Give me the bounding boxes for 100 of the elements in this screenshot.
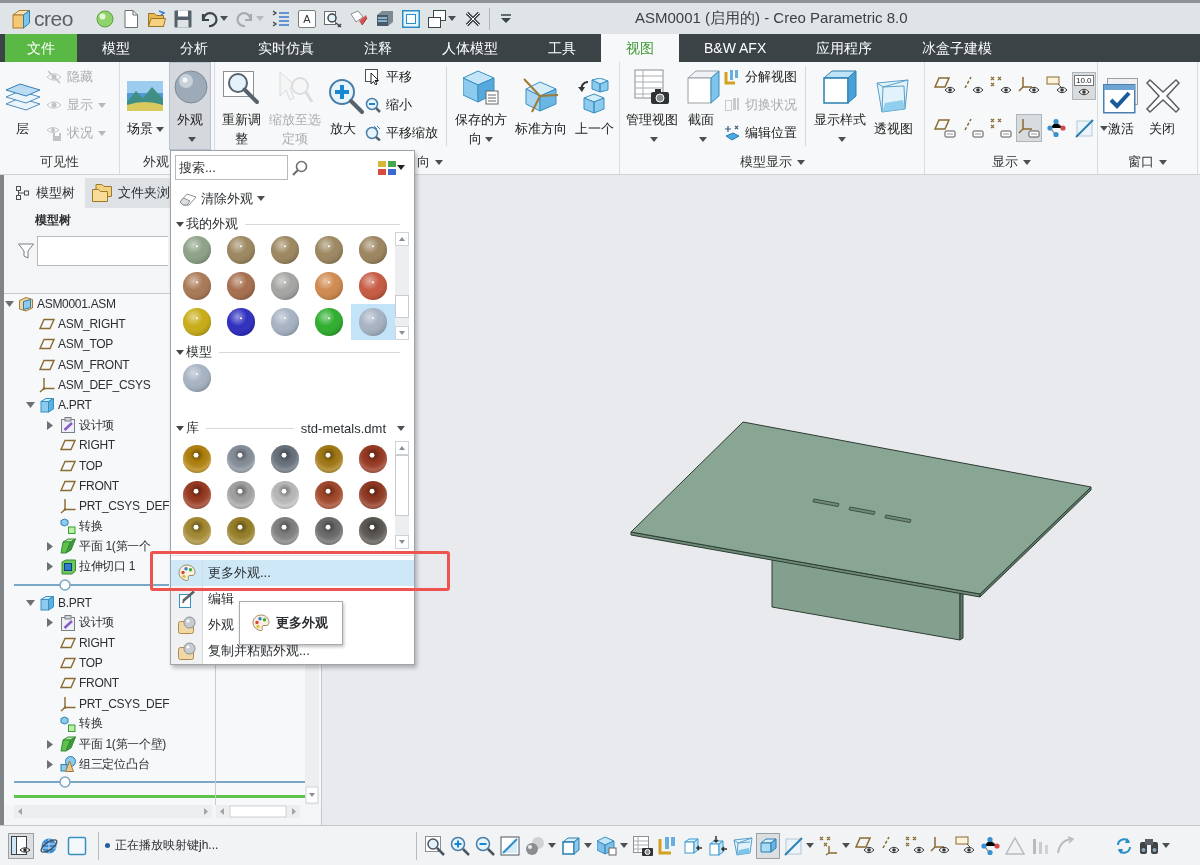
tree-item[interactable]: ASM_RIGHT xyxy=(39,315,126,334)
display-toggle-button[interactable]: 10.0 xyxy=(1072,72,1096,100)
vertical-scrollbar[interactable] xyxy=(395,441,409,549)
section-toggle-icon[interactable] xyxy=(176,349,184,355)
ribbon-tab[interactable]: 工具 xyxy=(523,34,601,62)
table-camera-icon xyxy=(634,68,670,105)
ribbon-tab[interactable]: 人体模型 xyxy=(417,34,523,62)
pan-button[interactable]: 平移 xyxy=(362,63,441,91)
group-label[interactable]: 模型显示 xyxy=(739,153,805,171)
refit-button[interactable]: 重新调整 xyxy=(218,62,264,150)
axes-tag-icon xyxy=(1018,118,1040,138)
section-toggle-icon[interactable] xyxy=(176,425,184,431)
perspective-button[interactable]: 透视图 xyxy=(871,62,915,150)
tree-toggle-icon[interactable] xyxy=(47,759,53,769)
activate-button[interactable]: 激活 xyxy=(1101,62,1141,150)
tree-item[interactable]: ASM_DEF_CSYS xyxy=(39,375,151,394)
previous-button[interactable]: 上一个 xyxy=(572,62,616,150)
appearance-button[interactable]: 外观 xyxy=(169,62,211,150)
tree-toggle-icon[interactable] xyxy=(47,618,53,628)
axes-icon xyxy=(60,695,76,712)
ribbon-tab[interactable]: 实时仿真 xyxy=(233,34,339,62)
scene-button[interactable]: 场景 xyxy=(123,62,167,150)
display-toggle-button[interactable] xyxy=(1016,114,1042,142)
tree-item[interactable]: TOP xyxy=(60,456,103,475)
tree-item[interactable]: 设计项 xyxy=(60,613,115,632)
ribbon-tab[interactable]: 注释 xyxy=(339,34,417,62)
swatch-button[interactable] xyxy=(351,304,395,340)
manage-views-button[interactable]: 管理视图 xyxy=(623,62,681,150)
status-tool-button[interactable] xyxy=(8,832,34,859)
slab-icon xyxy=(758,835,778,856)
filter-icon[interactable] xyxy=(18,242,34,259)
layers-button[interactable]: 层 xyxy=(3,62,41,150)
group-label[interactable]: 窗口 xyxy=(1128,153,1167,171)
tree-toggle-icon[interactable] xyxy=(26,402,35,409)
vertical-scrollbar[interactable] xyxy=(305,665,319,805)
exploded-view-button[interactable]: 分解视图 xyxy=(721,63,800,91)
library-name[interactable]: std-metals.dmt xyxy=(300,420,386,436)
zoom-in-button[interactable]: 放大 xyxy=(326,62,360,150)
tree-toggle-icon[interactable] xyxy=(47,739,53,749)
tree-item[interactable]: 设计项 xyxy=(60,416,115,435)
tree-item[interactable]: TOP xyxy=(60,654,103,673)
zoom-out-button[interactable]: 缩小 xyxy=(362,91,441,119)
tree-item[interactable]: 平面 1(第一个 xyxy=(60,537,151,556)
text-style-button[interactable]: A xyxy=(294,5,320,32)
vertical-scrollbar[interactable] xyxy=(395,232,409,340)
tree-item[interactable]: 转换 xyxy=(60,517,103,536)
pan-zoom-button[interactable]: 平移缩放 xyxy=(362,119,441,147)
ribbon-tab[interactable]: 冰盒子建模 xyxy=(897,34,1018,62)
tree-toggle-icon[interactable] xyxy=(47,562,53,572)
tree-item[interactable]: 拉伸切口 1 xyxy=(60,557,136,576)
caret-icon xyxy=(448,16,456,21)
tree-toggle-icon[interactable] xyxy=(26,599,35,606)
tree-item[interactable]: B.PRT xyxy=(39,593,92,612)
tree-item[interactable]: PRT_CSYS_DEF xyxy=(60,496,170,515)
group-label[interactable]: 向 xyxy=(417,153,443,171)
close-button[interactable]: 关闭 xyxy=(1143,62,1181,150)
group-label[interactable]: 外观 xyxy=(143,153,169,171)
parallelogram-arrows-icon xyxy=(724,125,740,141)
ribbon-tab[interactable]: 分析 xyxy=(155,34,233,62)
ribbon-tab[interactable]: 模型 xyxy=(77,34,155,62)
cube-icon xyxy=(11,8,31,29)
tree-item[interactable]: ASM0001.ASM xyxy=(18,295,116,314)
section-toggle-icon[interactable] xyxy=(176,221,184,227)
eye-icon xyxy=(1077,87,1090,97)
horizontal-scrollbar[interactable] xyxy=(216,805,300,818)
horizontal-scrollbar[interactable] xyxy=(14,805,212,818)
tree-item[interactable]: RIGHT xyxy=(60,634,115,653)
section-button[interactable]: 截面 xyxy=(683,62,719,150)
filter-field[interactable] xyxy=(37,235,168,266)
group-label[interactable]: 可见性 xyxy=(40,153,79,171)
view-options-button[interactable] xyxy=(378,160,405,175)
group-label[interactable]: 显示 xyxy=(991,153,1031,171)
ribbon-tab[interactable]: B&W AFX xyxy=(679,34,792,62)
tree-item[interactable]: 平面 1(第一个壁) xyxy=(60,735,166,754)
tree-item[interactable]: FRONT xyxy=(60,674,119,693)
insert-indicator[interactable] xyxy=(14,775,305,790)
edit-position-button[interactable]: 编辑位置 xyxy=(721,119,800,147)
tree-item[interactable]: ASM_FRONT xyxy=(39,355,130,374)
search-icon[interactable] xyxy=(292,159,308,176)
tree-item[interactable]: ASM_TOP xyxy=(39,335,114,354)
clear-appearance-button[interactable]: 清除外观 xyxy=(179,188,265,209)
ribbon-tab[interactable]: 应用程序 xyxy=(791,34,898,62)
menu-item[interactable]: 更多外观... xyxy=(171,560,414,586)
standard-orientation-button[interactable]: 标准方向 xyxy=(512,62,570,150)
display-style-button[interactable]: 显示样式 xyxy=(811,62,869,150)
tree-item[interactable]: 组三定位凸台 xyxy=(60,755,150,774)
tree-item[interactable]: RIGHT xyxy=(60,436,115,455)
axes-eye-icon xyxy=(930,835,950,856)
tree-toggle-icon[interactable] xyxy=(47,420,53,430)
tree-toggle-icon[interactable] xyxy=(47,541,53,551)
tree-toggle-icon[interactable] xyxy=(5,301,14,308)
tree-item[interactable]: PRT_CSYS_DEF xyxy=(60,694,170,713)
tree-item[interactable]: A.PRT xyxy=(39,396,92,415)
ribbon-tab[interactable]: 视图 xyxy=(601,34,679,62)
search-field[interactable]: 搜索... xyxy=(175,155,288,180)
tree-item[interactable]: FRONT xyxy=(60,476,119,495)
insert-indicator[interactable] xyxy=(14,577,169,592)
tree-item[interactable]: 转换 xyxy=(60,714,103,733)
saved-orientations-button[interactable]: 保存的方向 xyxy=(452,62,510,150)
document-pencil-icon xyxy=(177,590,196,608)
